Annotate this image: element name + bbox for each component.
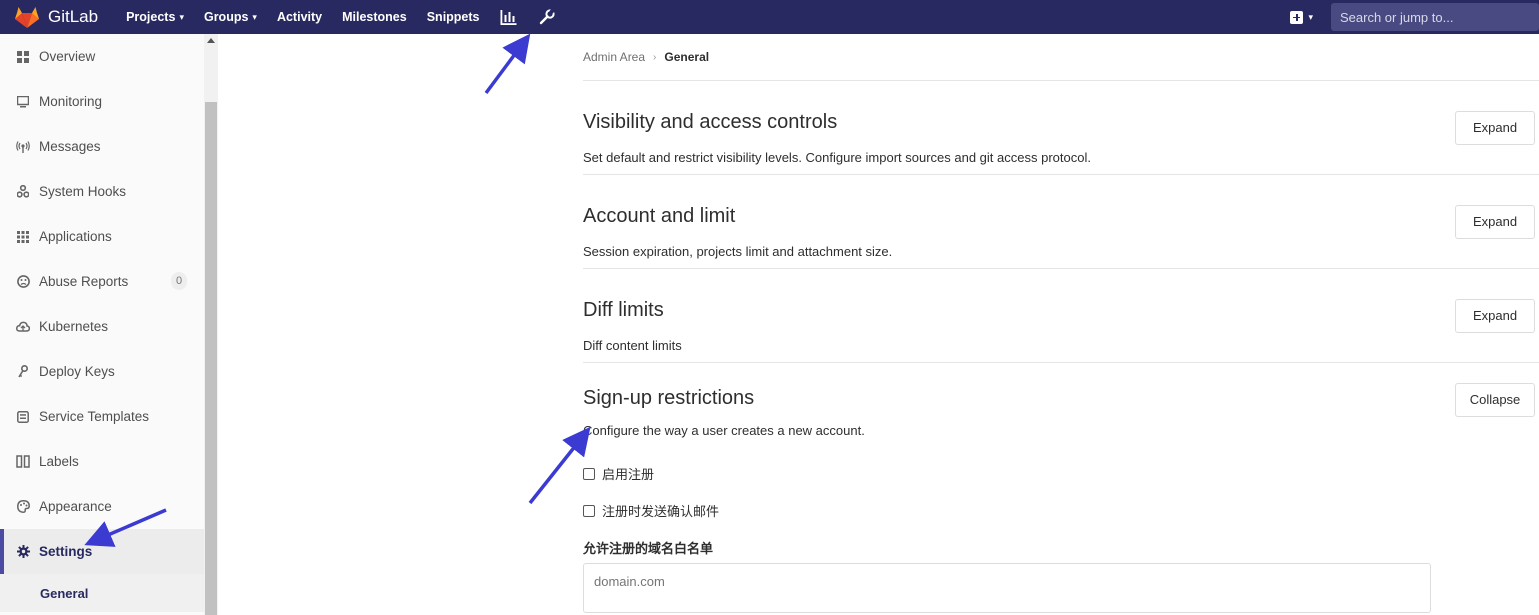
expand-button[interactable]: Expand <box>1455 111 1535 145</box>
section-title: Account and limit <box>583 205 736 227</box>
breadcrumb: Admin Area › General <box>583 34 1539 81</box>
sidebar-item-label: Labels <box>39 454 79 469</box>
signup-enabled-checkbox[interactable]: 启用注册 <box>583 464 654 483</box>
sidebar-item-abuse-reports[interactable]: Abuse Reports 0 <box>0 259 204 304</box>
arrow-to-signup <box>528 426 591 505</box>
cloud-icon <box>16 320 30 334</box>
nav-projects-label: Projects <box>126 10 176 24</box>
send-confirmation-email-checkbox[interactable]: 注册时发送确认邮件 <box>583 501 719 520</box>
settings-section-visibility: Visibility and access controls Set defau… <box>583 81 1539 175</box>
main-content: Admin Area › General Visibility and acce… <box>583 34 1539 613</box>
checkbox-label: 启用注册 <box>602 467 655 482</box>
nav-milestones[interactable]: Milestones <box>342 0 407 34</box>
sidebar-item-appearance[interactable]: Appearance <box>0 484 204 529</box>
sidebar-item-messages[interactable]: Messages <box>0 124 204 169</box>
sidebar-item-deploy-keys[interactable]: Deploy Keys <box>0 349 204 394</box>
section-description: Diff content limits <box>583 338 682 353</box>
sidebar-item-label: Kubernetes <box>39 319 109 334</box>
sidebar-item-applications[interactable]: Applications <box>0 214 204 259</box>
sidebar-item-label: Appearance <box>39 499 112 514</box>
sidebar-item-overview[interactable]: Overview <box>0 34 204 79</box>
search-input[interactable] <box>1331 3 1539 31</box>
nav-groups[interactable]: Groups ▾ <box>204 0 257 34</box>
section-description: Session expiration, projects limit and a… <box>583 244 893 259</box>
nav-projects[interactable]: Projects ▾ <box>126 0 184 34</box>
collapse-button[interactable]: Collapse <box>1455 383 1535 417</box>
plus-icon <box>1290 10 1304 24</box>
sidebar-item-label: Deploy Keys <box>39 364 115 379</box>
chevron-down-icon: ▾ <box>179 11 184 22</box>
navbar-right: ▾ <box>1290 0 1539 34</box>
hook-icon <box>16 185 30 199</box>
sidebar-item-labels[interactable]: Labels <box>0 439 204 484</box>
template-icon <box>16 410 30 424</box>
domain-whitelist-input[interactable] <box>583 563 1431 613</box>
scroll-thumb[interactable] <box>205 102 217 615</box>
sidebar-item-label: Abuse Reports <box>39 274 129 289</box>
chevron-right-icon: › <box>653 51 657 63</box>
section-title: Sign-up restrictions <box>583 387 755 409</box>
sidebar-item-label: Applications <box>39 229 112 244</box>
scroll-up-arrow-icon[interactable] <box>207 38 215 43</box>
domain-whitelist-label: 允许注册的域名白名单 <box>583 541 714 556</box>
section-description: Configure the way a user creates a new a… <box>583 423 865 438</box>
sidebar-item-label: Messages <box>39 139 101 154</box>
apps-icon <box>16 230 30 244</box>
sidebar-scrollbar[interactable] <box>204 34 218 615</box>
chart-icon[interactable] <box>500 0 517 34</box>
nav-snippets[interactable]: Snippets <box>427 0 480 34</box>
grid-icon <box>16 50 30 64</box>
checkbox-box[interactable] <box>583 467 595 480</box>
expand-button[interactable]: Expand <box>1455 299 1535 333</box>
nav-groups-label: Groups <box>203 10 249 24</box>
sidebar-item-monitoring[interactable]: Monitoring <box>0 79 204 124</box>
top-navbar: GitLab Projects ▾ Groups ▾ Activity Mile… <box>0 0 1539 34</box>
sidebar-item-label: Monitoring <box>39 94 103 109</box>
settings-section-signup: Sign-up restrictions Configure the way a… <box>583 363 1539 613</box>
section-title: Visibility and access controls <box>583 111 838 133</box>
gitlab-logo-icon <box>15 7 39 28</box>
monitor-icon <box>16 95 30 109</box>
sidebar-item-settings[interactable]: Settings <box>0 529 204 574</box>
key-icon <box>16 365 30 379</box>
broadcast-icon <box>16 140 30 154</box>
checkbox-label: 注册时发送确认邮件 <box>602 504 720 519</box>
sidebar-item-label: Settings <box>39 544 93 559</box>
arrow-to-wrench <box>484 33 531 95</box>
admin-sidebar: Overview Monitoring Messages System Hook… <box>0 34 204 615</box>
settings-section-diff-limits: Diff limits Diff content limits Expand <box>583 269 1539 363</box>
expand-button[interactable]: Expand <box>1455 205 1535 239</box>
gear-icon <box>16 545 30 559</box>
checkbox-box[interactable] <box>583 504 595 517</box>
brand-name: GitLab <box>48 7 99 26</box>
settings-section-account: Account and limit Session expiration, pr… <box>583 175 1539 269</box>
section-title: Diff limits <box>583 299 664 321</box>
label-icon <box>16 455 30 469</box>
breadcrumb-parent[interactable]: Admin Area <box>583 50 645 64</box>
sidebar-item-kubernetes[interactable]: Kubernetes <box>0 304 204 349</box>
new-dropdown-button[interactable]: ▾ <box>1290 10 1313 24</box>
chevron-down-icon: ▾ <box>252 11 257 22</box>
section-description: Set default and restrict visibility leve… <box>583 150 1091 165</box>
sidebar-item-service-templates[interactable]: Service Templates <box>0 394 204 439</box>
count-badge: 0 <box>171 272 187 290</box>
sidebar-item-label: Service Templates <box>39 409 150 424</box>
breadcrumb-current: General <box>664 50 710 64</box>
sidebar-item-label: Overview <box>39 49 96 64</box>
chevron-down-icon: ▾ <box>1308 11 1313 22</box>
sidebar-subitem-general[interactable]: General <box>0 574 204 612</box>
abuse-icon <box>16 275 30 289</box>
sidebar-item-label: System Hooks <box>39 184 127 199</box>
sidebar-item-system-hooks[interactable]: System Hooks <box>0 169 204 214</box>
wrench-icon[interactable] <box>539 0 555 34</box>
nav-activity[interactable]: Activity <box>277 0 322 34</box>
palette-icon <box>16 500 30 514</box>
gitlab-home-link[interactable]: GitLab <box>0 0 126 34</box>
